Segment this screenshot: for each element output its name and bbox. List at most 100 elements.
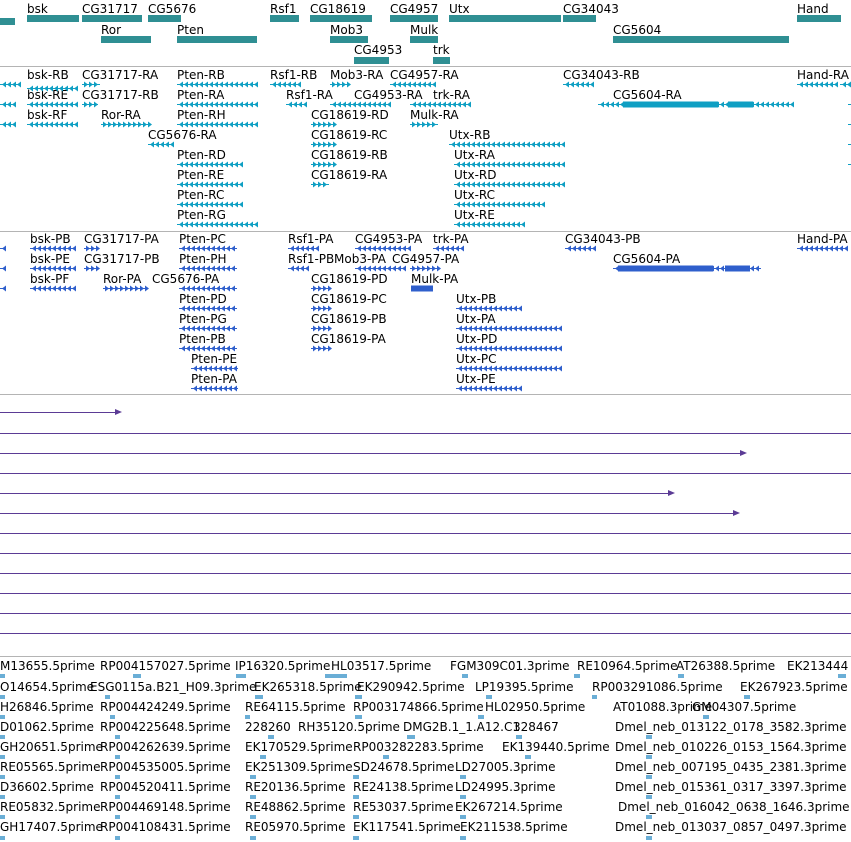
gene-model[interactable] (354, 57, 389, 64)
transcript-model[interactable] (0, 100, 21, 109)
feature-label[interactable]: bsk (27, 2, 48, 16)
est-model[interactable] (0, 755, 5, 759)
feature-label[interactable]: RP003282283.5prime (353, 740, 484, 754)
protein-model[interactable] (0, 244, 11, 253)
gene-model[interactable] (148, 15, 181, 22)
protein-model[interactable] (311, 304, 337, 313)
long-read[interactable] (0, 573, 851, 574)
long-read[interactable] (0, 533, 851, 534)
feature-label[interactable]: 328467 (513, 720, 559, 734)
gene-model[interactable] (410, 36, 438, 43)
transcript-model[interactable] (286, 100, 312, 109)
protein-model[interactable] (84, 264, 105, 273)
est-model[interactable] (646, 836, 652, 840)
est-model[interactable] (0, 735, 5, 739)
feature-label[interactable]: 228260 (245, 720, 291, 734)
est-model[interactable] (486, 695, 492, 699)
transcript-model[interactable] (311, 140, 342, 149)
feature-label[interactable]: Dmel_neb_015361_0317_3397.3prime (615, 780, 847, 794)
feature-label[interactable]: Utx (449, 2, 470, 16)
est-model[interactable] (0, 795, 5, 799)
protein-model[interactable] (797, 244, 851, 253)
gene-model[interactable] (177, 36, 257, 43)
est-model[interactable] (133, 674, 141, 678)
long-read[interactable] (0, 633, 851, 634)
feature-label[interactable]: ESG0115a.B21_H09.3prime (90, 680, 256, 694)
protein-model[interactable] (456, 384, 527, 393)
transcript-model[interactable] (390, 80, 442, 89)
feature-label[interactable]: RP004424249.5prime (100, 700, 231, 714)
protein-model[interactable] (179, 344, 243, 353)
est-model[interactable] (646, 735, 652, 739)
est-model[interactable] (115, 735, 120, 739)
protein-model[interactable] (411, 284, 439, 293)
est-model[interactable] (245, 715, 250, 719)
transcript-model[interactable] (177, 200, 248, 209)
feature-label[interactable]: RP004520411.5prime (100, 780, 231, 794)
transcript-model[interactable] (0, 80, 26, 89)
feature-label[interactable]: EK267214.5prime (455, 800, 563, 814)
feature-label[interactable]: Dmel_neb_013037_0857_0497.3prime (615, 820, 847, 834)
feature-label[interactable]: RE24138.5prime (353, 780, 454, 794)
feature-label[interactable]: CG18619 (310, 2, 366, 16)
long-read[interactable] (0, 513, 733, 514)
gene-model[interactable] (270, 15, 299, 22)
est-model[interactable] (355, 695, 362, 699)
est-model[interactable] (407, 735, 415, 739)
feature-label[interactable]: RP004535005.5prime (100, 760, 231, 774)
gene-model[interactable] (449, 15, 561, 22)
transcript-model[interactable] (330, 100, 396, 109)
est-model[interactable] (353, 775, 359, 779)
feature-label[interactable]: IP16320.5prime (235, 659, 330, 673)
feature-label[interactable]: LD24995.3prime (455, 780, 556, 794)
est-model[interactable] (646, 755, 652, 759)
feature-label[interactable]: Dmel_neb_007195_0435_2381.3prime (615, 760, 847, 774)
est-model[interactable] (260, 755, 266, 759)
long-read[interactable] (0, 412, 115, 413)
protein-model[interactable] (179, 244, 243, 253)
est-model[interactable] (460, 775, 466, 779)
feature-label[interactable]: EK139440.5prime (502, 740, 610, 754)
protein-model[interactable] (30, 264, 81, 273)
protein-model[interactable] (84, 244, 105, 253)
est-model[interactable] (525, 755, 531, 759)
gene-model[interactable] (27, 15, 79, 22)
protein-model[interactable] (311, 324, 337, 333)
feature-label[interactable]: RE64115.5prime (245, 700, 346, 714)
est-model[interactable] (462, 674, 468, 678)
feature-label[interactable]: GH20651.5prime (0, 740, 103, 754)
protein-model[interactable] (456, 364, 567, 373)
est-model[interactable] (744, 695, 750, 699)
feature-label[interactable]: RH35120.5prime (298, 720, 400, 734)
feature-label[interactable]: Dmel_neb_016042_0638_1646.3prime (618, 800, 850, 814)
protein-model[interactable] (30, 284, 81, 293)
transcript-model[interactable] (82, 80, 106, 89)
feature-label[interactable]: D36602.5prime (0, 780, 94, 794)
transcript-model[interactable] (454, 160, 570, 169)
long-read[interactable] (0, 593, 851, 594)
protein-model[interactable] (0, 284, 11, 293)
feature-label[interactable]: AT26388.5prime (676, 659, 775, 673)
transcript-model[interactable] (330, 80, 356, 89)
transcript-model[interactable] (177, 120, 263, 129)
feature-label[interactable]: DMG2B.1_1.A12.C1 (403, 720, 520, 734)
transcript-model[interactable] (82, 100, 104, 109)
transcript-model[interactable] (797, 80, 843, 89)
est-model[interactable] (115, 815, 120, 819)
protein-model[interactable] (355, 264, 411, 273)
feature-label[interactable]: CG5676 (148, 2, 196, 16)
feature-label[interactable]: Hand (797, 2, 829, 16)
est-model[interactable] (250, 815, 256, 819)
transcript-model[interactable] (27, 120, 83, 129)
feature-label[interactable]: EK211538.5prime (460, 820, 568, 834)
est-model[interactable] (115, 775, 120, 779)
feature-label[interactable]: EK117541.5prime (353, 820, 461, 834)
est-model[interactable] (268, 735, 274, 739)
transcript-model[interactable] (410, 120, 444, 129)
est-model[interactable] (0, 815, 5, 819)
feature-label[interactable]: RE05565.5prime (0, 760, 101, 774)
est-model[interactable] (574, 674, 580, 678)
feature-label[interactable]: RP004108431.5prime (100, 820, 231, 834)
feature-label[interactable]: Dmel_neb_010226_0153_1564.3prime (615, 740, 847, 754)
est-model[interactable] (0, 775, 5, 779)
